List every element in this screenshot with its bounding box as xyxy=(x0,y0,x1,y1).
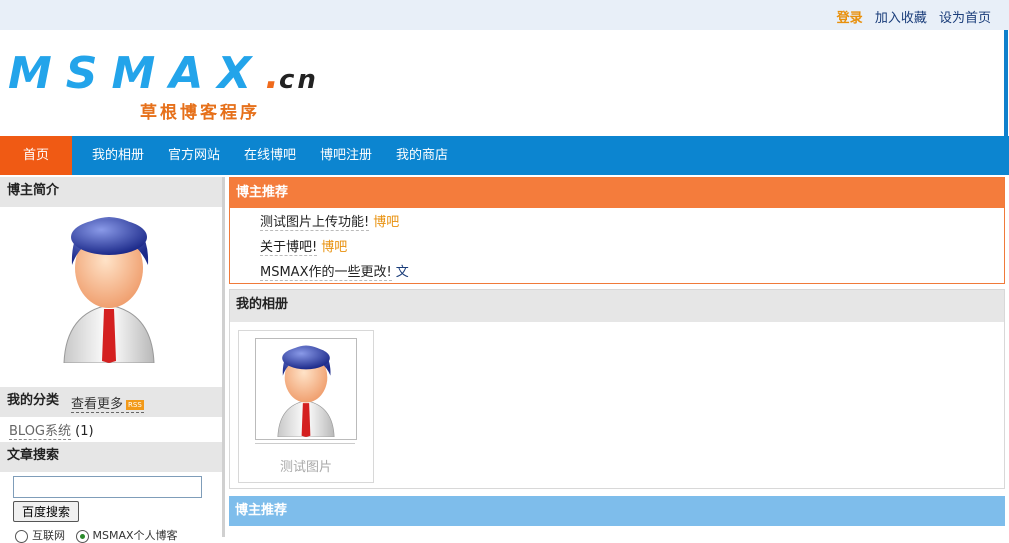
recommend-panel-2: 博主推荐 xyxy=(229,496,1005,537)
logo-dot: . xyxy=(265,56,279,97)
intro-panel: 查看更多 RSS xyxy=(0,207,222,413)
nav-item-home[interactable]: 首页 xyxy=(0,136,72,175)
post-link[interactable]: 测试图片上传功能! xyxy=(260,215,370,231)
radio-internet-label: 互联网 xyxy=(32,529,65,542)
nav-item-shop[interactable]: 我的商店 xyxy=(396,136,448,175)
radio-internet[interactable] xyxy=(15,529,28,543)
post-category[interactable]: 文 xyxy=(396,265,409,280)
avatar[interactable] xyxy=(56,213,162,363)
nav-item-album[interactable]: 我的相册 xyxy=(92,136,144,175)
album-panel: 我的相册 测试图片 xyxy=(229,289,1005,489)
main-nav: 首页 我的相册 官方网站 在线博吧 博吧注册 我的商店 xyxy=(0,136,1009,175)
baidu-search-button[interactable]: 百度搜索 xyxy=(13,501,80,522)
rss-icon[interactable]: RSS xyxy=(126,399,144,410)
post-category[interactable]: 博吧 xyxy=(321,240,347,255)
see-more-link[interactable]: 查看更多 RSS xyxy=(71,393,144,413)
set-homepage-link[interactable]: 设为首页 xyxy=(939,11,991,26)
site-logo[interactable]: MSMAX.cn xyxy=(8,48,319,99)
site-slogan: 草根博客程序 xyxy=(140,103,260,123)
search-scope: 互联网 MSMAX个人博客 xyxy=(0,522,222,543)
left-sidebar: 博主简介 查看更多 RSS 我的分类 BLOG系统 (1) 文章搜索 百度搜索 互… xyxy=(0,177,225,543)
category-count: (1) xyxy=(75,424,94,439)
photo-divider xyxy=(255,443,355,444)
nav-item-register[interactable]: 博吧注册 xyxy=(320,136,372,175)
recommend-title-2: 博主推荐 xyxy=(229,496,1005,526)
avatar-image xyxy=(277,345,335,437)
list-item: 测试图片上传功能! 博吧 xyxy=(230,210,1004,235)
intro-title: 博主简介 xyxy=(0,177,222,207)
nav-item-online-boba[interactable]: 在线博吧 xyxy=(244,136,296,175)
photo-card[interactable]: 测试图片 xyxy=(238,330,374,483)
logo-text: MSMAX xyxy=(8,48,266,99)
post-link[interactable]: 关于博吧! xyxy=(260,240,318,256)
post-link[interactable]: MSMAX作的一些更改! xyxy=(260,265,392,281)
see-more-label: 查看更多 xyxy=(71,397,124,412)
list-item: 关于博吧! 博吧 xyxy=(230,235,1004,260)
radio-msmax-blog[interactable] xyxy=(75,529,89,543)
top-bar: 登录 加入收藏 设为首页 xyxy=(0,0,1009,30)
login-link[interactable]: 登录 xyxy=(837,11,863,26)
album-title: 我的相册 xyxy=(230,290,1004,322)
recommend-panel: 博主推荐 测试图片上传功能! 博吧 关于博吧! 博吧 MSMAX作的一些更改! 文 xyxy=(229,177,1005,284)
radio-msmax-label: MSMAX个人博客 xyxy=(92,529,178,542)
search-title: 文章搜索 xyxy=(0,442,222,472)
search-input[interactable] xyxy=(13,476,202,498)
photo-caption[interactable]: 测试图片 xyxy=(239,456,373,475)
photo-thumbnail[interactable] xyxy=(255,338,357,440)
list-item: MSMAX作的一些更改! 文 xyxy=(230,260,1004,285)
logo-suffix: cn xyxy=(278,65,319,95)
add-favorite-link[interactable]: 加入收藏 xyxy=(875,11,927,26)
site-header: MSMAX.cn 草根博客程序 xyxy=(0,30,1008,136)
recommend-title: 博主推荐 xyxy=(230,178,1004,208)
category-link[interactable]: BLOG系统 xyxy=(9,424,72,440)
nav-item-official-site[interactable]: 官方网站 xyxy=(168,136,220,175)
top-links: 登录 加入收藏 设为首页 xyxy=(829,7,991,26)
post-category[interactable]: 博吧 xyxy=(373,215,399,230)
category-item: BLOG系统 (1) xyxy=(0,417,222,442)
